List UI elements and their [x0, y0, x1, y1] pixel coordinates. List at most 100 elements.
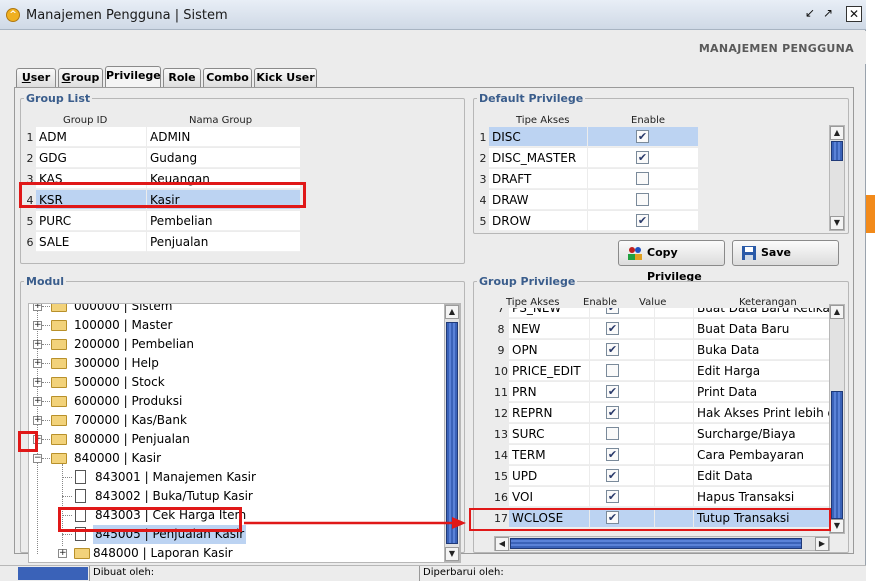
enable-checkbox[interactable] [606, 364, 619, 377]
enable-cell[interactable]: ✔ [590, 319, 654, 339]
enable-checkbox[interactable]: ✔ [636, 151, 649, 164]
enable-checkbox[interactable]: ✔ [606, 308, 619, 314]
tab-group[interactable]: Group [58, 68, 103, 87]
enable-cell[interactable]: ✔ [588, 148, 698, 168]
expand-icon[interactable]: + [33, 359, 42, 368]
group-privilege-hscroll[interactable]: ◀ ▶ [494, 536, 830, 551]
tree-node[interactable]: +300000 | Help [29, 354, 449, 373]
privilege-row[interactable]: 5 DROW ✔ [474, 211, 699, 232]
scroll-left-arrow-icon[interactable]: ◀ [495, 537, 509, 551]
tipe-akses-cell[interactable]: DRAFT [489, 169, 587, 189]
scroll-thumb[interactable] [831, 141, 843, 161]
enable-checkbox[interactable]: ✔ [606, 490, 619, 503]
keterangan-cell[interactable]: Buat Data Baru [694, 319, 830, 339]
group-id-cell[interactable]: SALE [36, 232, 146, 252]
tipe-akses-cell[interactable]: NEW [509, 319, 589, 339]
enable-cell[interactable] [590, 424, 654, 444]
privilege-row[interactable]: 1 DISC ✔ [474, 127, 699, 148]
group-name-cell[interactable]: Pembelian [147, 211, 300, 231]
enable-cell[interactable]: ✔ [590, 308, 654, 318]
default-privilege-scrollbar[interactable]: ▲ ▼ [829, 125, 845, 231]
tipe-akses-cell[interactable]: SURC [509, 424, 589, 444]
privilege-row[interactable]: 7 PS_NEW ✔ Buat Data Baru Ketika Tr [494, 308, 830, 319]
maximize-icon[interactable]: ↗ [820, 6, 836, 22]
privilege-row[interactable]: 16 VOI ✔ Hapus Transaksi [494, 487, 830, 508]
keterangan-cell[interactable]: Edit Harga [694, 361, 830, 381]
enable-cell[interactable]: ✔ [590, 382, 654, 402]
tipe-akses-cell[interactable]: DISC [489, 127, 587, 147]
value-cell[interactable] [655, 445, 693, 465]
keterangan-cell[interactable]: Cara Pembayaran [694, 445, 830, 465]
value-cell[interactable] [655, 424, 693, 444]
scroll-thumb[interactable] [510, 538, 802, 549]
tab-combo[interactable]: Combo [203, 68, 252, 87]
tipe-akses-cell[interactable]: DROW [489, 211, 587, 231]
keterangan-cell[interactable]: Hapus Transaksi [694, 487, 830, 507]
tree-leaf[interactable]: 843002 | Buka/Tutup Kasir [29, 487, 449, 506]
tipe-akses-cell[interactable]: PS_NEW [509, 308, 589, 318]
enable-checkbox[interactable]: ✔ [636, 214, 649, 227]
privilege-row[interactable]: 4 DRAW [474, 190, 699, 211]
enable-checkbox[interactable]: ✔ [606, 406, 619, 419]
privilege-row[interactable]: 14 TERM ✔ Cara Pembayaran [494, 445, 830, 466]
scroll-up-arrow-icon[interactable]: ▲ [830, 305, 844, 319]
group-id-cell[interactable]: ADM [36, 127, 146, 147]
tree-node[interactable]: +800000 | Penjualan [29, 430, 449, 449]
enable-cell[interactable]: ✔ [588, 127, 698, 147]
tree-node[interactable]: +200000 | Pembelian [29, 335, 449, 354]
scroll-thumb[interactable] [446, 322, 458, 544]
tipe-akses-cell[interactable]: TERM [509, 445, 589, 465]
enable-cell[interactable]: ✔ [590, 403, 654, 423]
keterangan-cell[interactable]: Buat Data Baru Ketika Tr [694, 308, 830, 318]
expand-icon[interactable]: + [33, 378, 42, 387]
enable-cell[interactable]: ✔ [588, 211, 698, 231]
expand-icon[interactable]: + [58, 549, 67, 558]
value-cell[interactable] [655, 361, 693, 381]
tree-node[interactable]: − 840000 | Kasir [29, 449, 449, 468]
tree-node[interactable]: +700000 | Kas/Bank [29, 411, 449, 430]
tipe-akses-cell[interactable]: DISC_MASTER [489, 148, 587, 168]
scroll-thumb[interactable] [831, 391, 843, 519]
enable-cell[interactable]: ✔ [590, 487, 654, 507]
expand-icon[interactable]: + [33, 321, 42, 330]
tipe-akses-cell[interactable]: OPN [509, 340, 589, 360]
expand-icon[interactable]: + [33, 397, 42, 406]
enable-checkbox[interactable]: ✔ [606, 448, 619, 461]
restore-icon[interactable]: ↙ [802, 6, 818, 22]
enable-cell[interactable] [590, 361, 654, 381]
privilege-row[interactable]: 15 UPD ✔ Edit Data [494, 466, 830, 487]
tipe-akses-cell[interactable]: UPD [509, 466, 589, 486]
privilege-row[interactable]: 11 PRN ✔ Print Data [494, 382, 830, 403]
tipe-akses-cell[interactable]: PRICE_EDIT [509, 361, 589, 381]
tipe-akses-cell[interactable]: VOI [509, 487, 589, 507]
enable-cell[interactable]: ✔ [590, 466, 654, 486]
expand-icon[interactable]: + [33, 340, 42, 349]
enable-checkbox[interactable] [606, 427, 619, 440]
group-row[interactable]: 2 GDG Gudang [21, 148, 301, 169]
scroll-down-arrow-icon[interactable]: ▼ [830, 519, 844, 533]
collapse-icon[interactable]: − [33, 454, 42, 463]
scroll-right-arrow-icon[interactable]: ▶ [815, 537, 829, 551]
value-cell[interactable] [655, 466, 693, 486]
tree-node[interactable]: +500000 | Stock [29, 373, 449, 392]
privilege-row[interactable]: 2 DISC_MASTER ✔ [474, 148, 699, 169]
tree-leaf[interactable]: 843001 | Manajemen Kasir [29, 468, 449, 487]
tab-kick-user[interactable]: Kick User [254, 68, 317, 87]
enable-checkbox[interactable]: ✔ [606, 343, 619, 356]
scroll-down-arrow-icon[interactable]: ▼ [830, 216, 844, 230]
tab-privilege[interactable]: Privilege [105, 66, 161, 88]
group-row[interactable]: 6 SALE Penjualan [21, 232, 301, 253]
save-button[interactable]: Save [732, 240, 839, 266]
group-id-cell[interactable]: PURC [36, 211, 146, 231]
copy-privilege-button[interactable]: Copy Privilege [618, 240, 725, 283]
keterangan-cell[interactable]: Hak Akses Print lebih dari [694, 403, 830, 423]
enable-checkbox[interactable] [636, 193, 649, 206]
tipe-akses-cell[interactable]: DRAW [489, 190, 587, 210]
enable-checkbox[interactable] [636, 172, 649, 185]
group-privilege-vscroll[interactable]: ▲ ▼ [829, 304, 845, 534]
enable-cell[interactable]: ✔ [590, 445, 654, 465]
tree-node[interactable]: +848000 | Laporan Kasir [29, 544, 449, 562]
scroll-up-arrow-icon[interactable]: ▲ [445, 305, 459, 319]
value-cell[interactable] [655, 487, 693, 507]
tipe-akses-cell[interactable]: PRN [509, 382, 589, 402]
